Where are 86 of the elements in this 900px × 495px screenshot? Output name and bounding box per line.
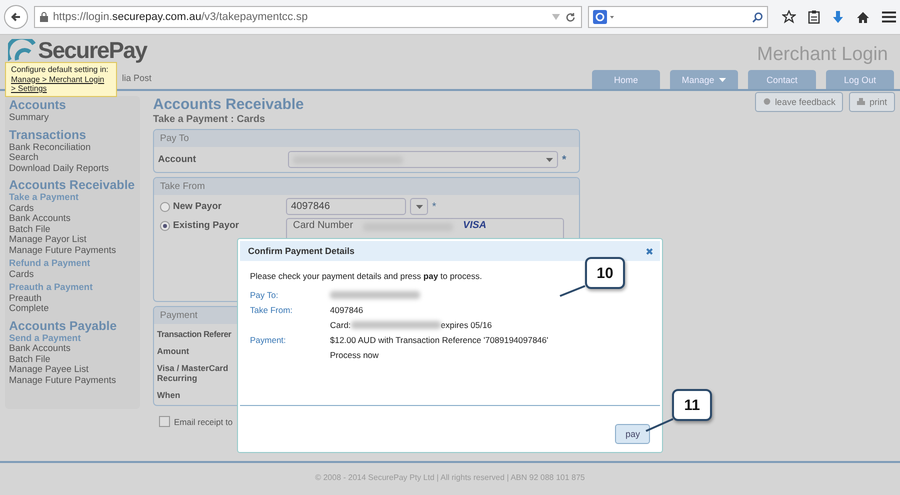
sidebar-subheading: Take a Payment	[9, 192, 80, 202]
leader-line	[644, 418, 674, 432]
checkbox[interactable]	[159, 416, 170, 427]
field-label: Card Number	[293, 220, 354, 231]
sidebar-link[interactable]: Bank Reconciliation	[9, 142, 136, 152]
panel-title: Pay To	[154, 130, 579, 147]
dialog-message: Please check your payment details and press pay to process.	[250, 271, 482, 281]
action-button[interactable]: leave feedback	[754, 92, 844, 112]
sidebar-link[interactable]: Download Daily Reports	[9, 162, 136, 173]
sidebar-subheading: Refund a Payment	[9, 258, 92, 268]
sidebar-link[interactable]: Manage Payee List	[9, 364, 136, 374]
sidebar-link[interactable]: Bank Accounts	[9, 213, 136, 224]
caret-icon	[546, 158, 553, 162]
speech-bubble-icon	[762, 98, 771, 106]
search-icon[interactable]	[752, 12, 763, 22]
sidebar-heading: Transactions	[9, 128, 88, 142]
printer-icon	[857, 98, 866, 106]
sidebar-link[interactable]: Preauth	[9, 292, 136, 303]
field-label: When	[156, 389, 182, 402]
sidebar-heading: Accounts	[9, 99, 67, 112]
callout-number: 11	[672, 389, 712, 421]
radio-label: Existing Payor	[173, 220, 239, 231]
home-icon[interactable]	[856, 10, 870, 24]
page-heading: Merchant Login	[757, 44, 888, 66]
payor-field[interactable]: 4097846	[286, 198, 406, 215]
logo-tagline: lia Post	[122, 73, 152, 83]
sidebar-heading: Accounts Receivable	[9, 179, 136, 192]
sidebar-link[interactable]: Manage Payor List	[9, 234, 136, 244]
leader-line	[558, 285, 588, 297]
section-title: Accounts Receivable	[153, 96, 304, 113]
field-label: Account	[158, 154, 197, 165]
sidebar-link[interactable]: Cards	[9, 268, 136, 279]
pay-button[interactable]: pay	[615, 424, 650, 444]
detail-label: Take From:	[250, 305, 293, 315]
sidebar-link[interactable]: Batch File	[9, 224, 136, 234]
card-brand: VISA	[463, 220, 486, 231]
search-field[interactable]	[588, 6, 768, 28]
detail-value: Process now	[330, 350, 379, 360]
back-button[interactable]	[4, 5, 28, 29]
tooltip-text: Configure default setting in:	[11, 65, 110, 74]
sidebar-link[interactable]: Batch File	[9, 354, 136, 364]
caret-icon	[416, 204, 422, 208]
radio-label: New Payor	[173, 201, 222, 212]
download-icon[interactable]	[832, 10, 844, 24]
sidebar-link[interactable]: Manage Future Payments	[9, 244, 136, 255]
menu-icon[interactable]	[882, 11, 896, 23]
caret-icon	[719, 78, 726, 82]
star-icon[interactable]	[782, 10, 796, 24]
clipboard-icon[interactable]	[808, 10, 820, 24]
sidebar-link[interactable]: Bank Accounts	[9, 343, 136, 354]
panel-title: Take From	[154, 178, 579, 195]
dropdown-button[interactable]	[410, 198, 428, 215]
detail-value: $12.00 AUD with Transaction Reference '7089194097846'	[330, 335, 548, 345]
reload-icon[interactable]	[565, 12, 576, 22]
back-arrow-icon	[10, 11, 22, 23]
search-engine-icon[interactable]	[593, 10, 616, 24]
settings-link[interactable]: Manage > Merchant Login > Settings	[11, 74, 111, 94]
callout-number: 10	[585, 257, 625, 289]
action-button[interactable]: print	[849, 92, 895, 112]
sidebar-subheading: Send a Payment	[9, 332, 81, 343]
address-bar[interactable]: https://login.securepay.com.au/v3/takepaymentcc.sp	[34, 6, 582, 28]
radio-button[interactable]	[160, 220, 170, 230]
sidebar-link[interactable]: Cards	[9, 202, 136, 213]
detail-label: Pay To:	[250, 290, 278, 300]
close-icon[interactable]	[646, 248, 653, 254]
lock-icon	[40, 12, 48, 22]
sidebar-link[interactable]: Summary	[9, 112, 136, 122]
dialog-title: Confirm Payment Details	[248, 246, 355, 256]
radio-button[interactable]	[160, 202, 170, 212]
logo-text: SecurePay	[38, 39, 147, 62]
field-label: Amount	[156, 345, 190, 358]
required-mark: *	[562, 154, 566, 166]
logo-icon	[8, 39, 36, 61]
copyright-text: © 2008 - 2014 SecurePay Pty Ltd | All rights reserved | ABN 92 088 101 875	[315, 473, 585, 482]
detail-label: Payment:	[250, 335, 286, 345]
field-label: Visa / MasterCard Recurring	[156, 362, 230, 385]
sidebar-link[interactable]: Manage Future Payments	[9, 374, 136, 385]
detail-value: 4097846	[330, 305, 364, 315]
section-subtitle: Take a Payment : Cards	[153, 114, 266, 125]
sidebar-heading: Accounts Payable	[9, 320, 118, 332]
field-label: Transaction Referer	[156, 328, 232, 341]
required-mark: *	[432, 200, 436, 212]
sidebar-link[interactable]: Search	[9, 152, 136, 162]
sidebar-link[interactable]: Complete	[9, 303, 136, 314]
sidebar-subheading: Preauth a Payment	[9, 282, 94, 292]
checkbox-label: Email receipt to	[174, 416, 233, 426]
